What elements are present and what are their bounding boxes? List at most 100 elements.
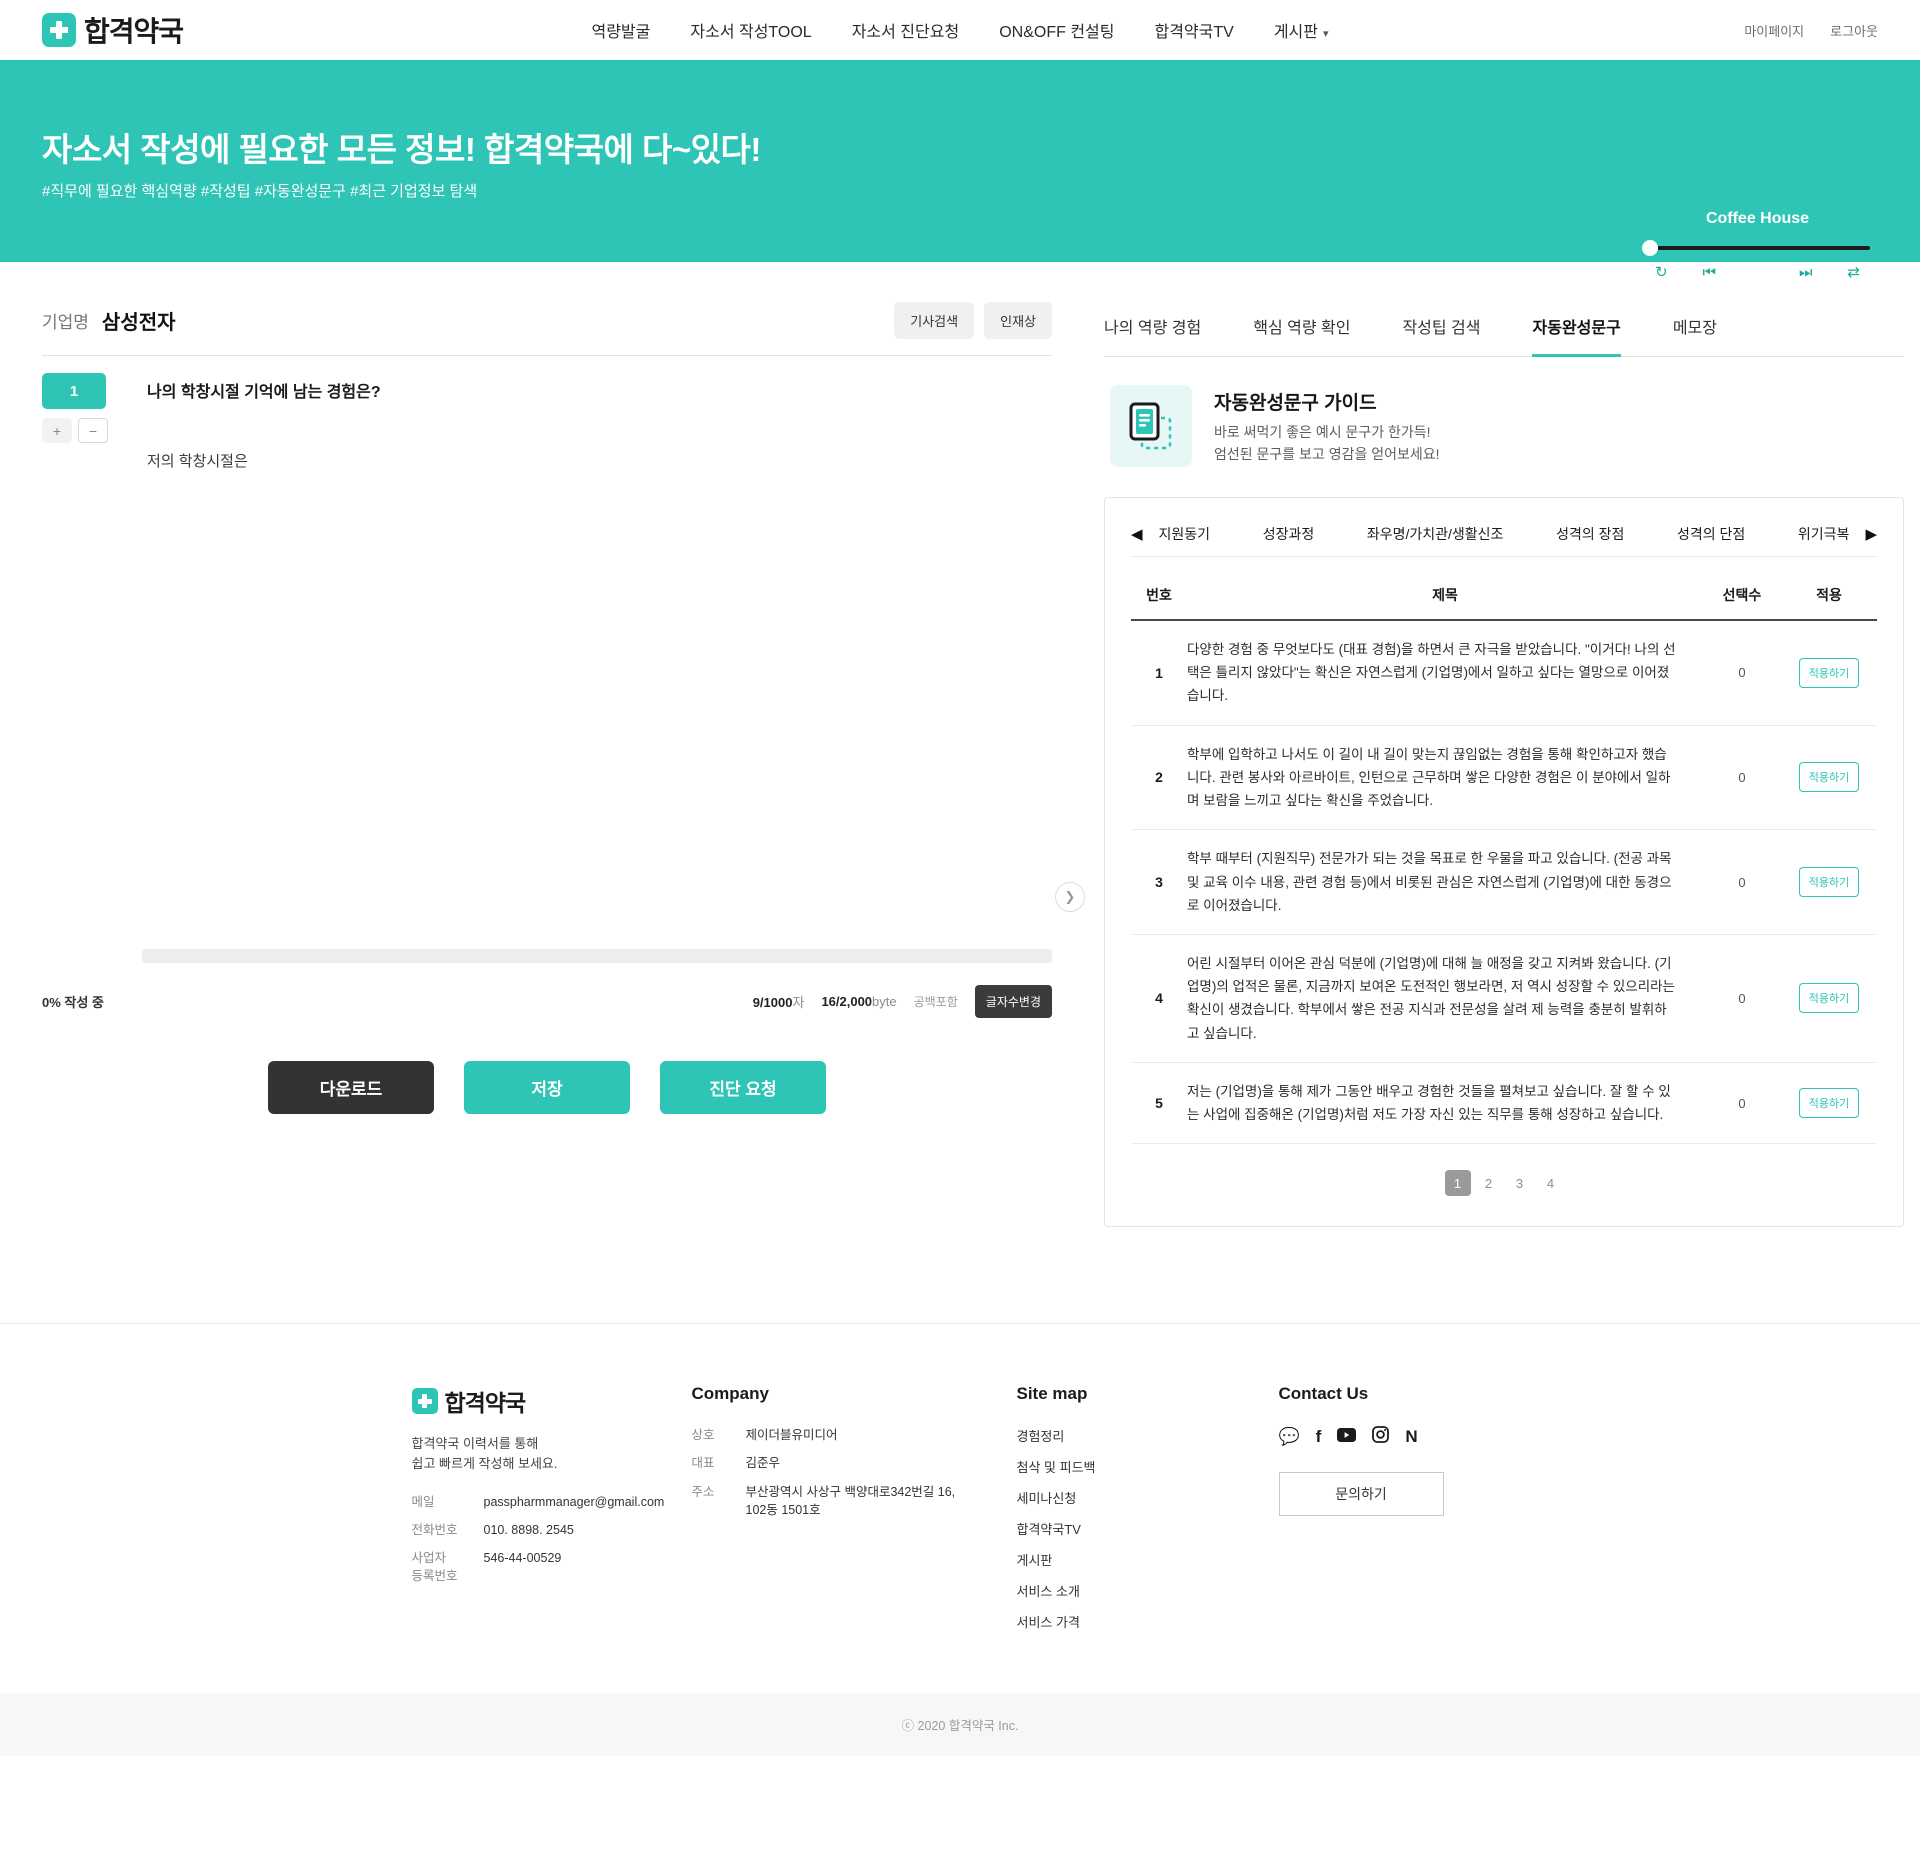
- remove-question-button[interactable]: −: [78, 418, 108, 443]
- footer-tagline: 합격약국 이력서를 통해 쉽고 빠르게 작성해 보세요.: [412, 1434, 692, 1474]
- footer-contact-heading: Contact Us: [1279, 1384, 1509, 1404]
- apply-button[interactable]: 적용하기: [1799, 1088, 1859, 1118]
- footer-email-value: passpharmmanager@gmail.com: [484, 1493, 665, 1511]
- category-nav: ◀ 지원동기 성장과정 좌우명/가치관/생활신조 성격의 장점 성격의 단점 위…: [1131, 524, 1877, 557]
- row-count: 0: [1703, 620, 1781, 725]
- nav-item-board[interactable]: 게시판▾: [1274, 18, 1329, 42]
- category-crisis[interactable]: 위기극복: [1798, 524, 1850, 544]
- company-row: 기업명 삼성전자 기사검색 인재상: [42, 302, 1052, 355]
- page-2[interactable]: 2: [1476, 1170, 1502, 1196]
- row-count: 0: [1703, 1062, 1781, 1143]
- change-char-limit-button[interactable]: 글자수변경: [975, 985, 1052, 1018]
- table-row: 4 어린 시절부터 이어온 관심 덕분에 (기업명)에 대해 늘 애정을 갖고 …: [1131, 934, 1877, 1062]
- row-apply-cell: 적용하기: [1781, 725, 1877, 830]
- pharmacy-cross-icon: [412, 1388, 438, 1414]
- answer-textarea[interactable]: [142, 446, 1052, 926]
- panel-toggle-button[interactable]: ❯: [1055, 882, 1085, 912]
- article-search-button[interactable]: 기사검색: [894, 302, 974, 339]
- category-values[interactable]: 좌우명/가치관/생활신조: [1367, 524, 1504, 544]
- phrases-table: 번호 제목 선택수 적용 1 다양한 경험 중 무엇보다도 (대표 경험)을 하…: [1131, 567, 1877, 1144]
- include-space-label[interactable]: 공백포함: [914, 993, 958, 1010]
- kakao-icon[interactable]: 💬: [1279, 1428, 1300, 1445]
- naver-icon[interactable]: N: [1405, 1428, 1417, 1445]
- nav-item-writing-tool[interactable]: 자소서 작성TOOL: [690, 18, 811, 42]
- footer-biznum-row: 사업자 등록번호 546-44-00529: [412, 1549, 692, 1585]
- essay-editor-pane: 기업명 삼성전자 기사검색 인재상 1 + −: [42, 302, 1052, 1114]
- footer-address-value: 부산광역시 사상구 백양대로342번길 16, 102동 1501호: [746, 1483, 961, 1519]
- nav-item-competency[interactable]: 역량발굴: [591, 18, 650, 42]
- sitemap-link-tv[interactable]: 합격약국TV: [1017, 1519, 1279, 1538]
- footer-biznum-key: 사업자 등록번호: [412, 1549, 484, 1585]
- sitemap-link-service-price[interactable]: 서비스 가격: [1017, 1612, 1279, 1631]
- category-strength[interactable]: 성격의 장점: [1556, 524, 1624, 544]
- category-prev-icon[interactable]: ◀: [1131, 525, 1143, 543]
- sitemap-link-feedback[interactable]: 첨삭 및 피드백: [1017, 1457, 1279, 1476]
- youtube-icon[interactable]: [1337, 1428, 1356, 1445]
- page-3[interactable]: 3: [1507, 1170, 1533, 1196]
- add-question-button[interactable]: +: [42, 418, 72, 443]
- tab-writing-tips[interactable]: 작성팁 검색: [1402, 302, 1480, 357]
- row-no: 1: [1131, 620, 1187, 725]
- save-button[interactable]: 저장: [464, 1061, 630, 1114]
- row-count: 0: [1703, 725, 1781, 830]
- guide-title: 자동완성문구 가이드: [1214, 388, 1440, 415]
- progress-area: [42, 949, 1052, 963]
- footer-company-column: Company 상호 제이더블유미디어 대표 김준우 주소 부산광역시 사상구 …: [692, 1384, 1017, 1643]
- tab-my-competency[interactable]: 나의 역량 경험: [1104, 302, 1201, 357]
- footer-sitemap-heading: Site map: [1017, 1384, 1279, 1404]
- nav-item-tv[interactable]: 합격약국TV: [1154, 18, 1233, 42]
- tab-memo[interactable]: 메모장: [1673, 302, 1717, 357]
- category-motivation[interactable]: 지원동기: [1159, 524, 1211, 544]
- sitemap-link-service-intro[interactable]: 서비스 소개: [1017, 1581, 1279, 1600]
- category-weakness[interactable]: 성격의 단점: [1677, 524, 1745, 544]
- main-content: 기업명 삼성전자 기사검색 인재상 1 + −: [0, 262, 1920, 1227]
- talent-profile-button[interactable]: 인재상: [984, 302, 1052, 339]
- apply-button[interactable]: 적용하기: [1799, 658, 1859, 688]
- logout-link[interactable]: 로그아웃: [1830, 21, 1878, 40]
- copyright-bar: ⓒ 2020 합격약국 Inc.: [0, 1693, 1920, 1756]
- assistant-tabs: 나의 역량 경험 핵심 역량 확인 작성팁 검색 자동완성문구 메모장: [1104, 302, 1904, 357]
- contact-inquiry-button[interactable]: 문의하기: [1279, 1472, 1444, 1516]
- nav-item-diagnosis[interactable]: 자소서 진단요청: [852, 18, 960, 42]
- page-4[interactable]: 4: [1538, 1170, 1564, 1196]
- footer-logo[interactable]: 합격약국: [412, 1384, 692, 1418]
- question-title-input[interactable]: [142, 373, 1052, 441]
- tab-core-competency[interactable]: 핵심 역량 확인: [1253, 302, 1350, 357]
- chevron-right-icon: ❯: [1065, 889, 1076, 905]
- sitemap-link-board[interactable]: 게시판: [1017, 1550, 1279, 1569]
- hero-banner: 자소서 작성에 필요한 모든 정보! 합격약국에 다~있다! #직무에 필요한 …: [0, 60, 1920, 262]
- mypage-link[interactable]: 마이페이지: [1744, 21, 1804, 40]
- byte-count: 16/2,000byte: [821, 994, 896, 1009]
- page-1[interactable]: 1: [1445, 1170, 1471, 1196]
- row-title: 학부에 입학하고 나서도 이 길이 내 길이 맞는지 끊임없는 경험을 통해 확…: [1187, 725, 1703, 830]
- apply-button[interactable]: 적용하기: [1799, 867, 1859, 897]
- category-growth[interactable]: 성장과정: [1263, 524, 1315, 544]
- player-progress-knob[interactable]: [1642, 240, 1658, 256]
- facebook-icon[interactable]: f: [1316, 1428, 1322, 1445]
- player-progress-slider[interactable]: [1645, 246, 1870, 250]
- nav-item-board-label: 게시판: [1274, 24, 1318, 41]
- nav-item-consulting[interactable]: ON&OFF 컨설팅: [999, 18, 1114, 42]
- account-links: 마이페이지 로그아웃: [1744, 21, 1878, 40]
- diagnose-request-button[interactable]: 진단 요청: [660, 1061, 826, 1114]
- pagination: 1 2 3 4: [1131, 1170, 1877, 1196]
- document-outline-icon: [1110, 385, 1192, 467]
- sitemap-link-seminar[interactable]: 세미나신청: [1017, 1488, 1279, 1507]
- row-apply-cell: 적용하기: [1781, 1062, 1877, 1143]
- instagram-icon[interactable]: [1372, 1426, 1389, 1446]
- sitemap-link-experience[interactable]: 경험정리: [1017, 1426, 1279, 1445]
- footer-company-name-key: 상호: [692, 1426, 746, 1444]
- company-actions: 기사검색 인재상: [894, 302, 1052, 339]
- site-logo[interactable]: 합격약국: [42, 10, 183, 50]
- footer-biznum-value: 546-44-00529: [484, 1549, 562, 1585]
- footer-ceo-value: 김준우: [746, 1454, 781, 1472]
- footer-phone-value: 010. 8898. 2545: [484, 1521, 574, 1539]
- footer-company-name-value: 제이더블유미디어: [746, 1426, 838, 1444]
- footer-ceo-row: 대표 김준우: [692, 1454, 1017, 1472]
- apply-button[interactable]: 적용하기: [1799, 762, 1859, 792]
- apply-button[interactable]: 적용하기: [1799, 983, 1859, 1013]
- top-navigation: 합격약국 역량발굴 자소서 작성TOOL 자소서 진단요청 ON&OFF 컨설팅…: [0, 0, 1920, 60]
- tab-autocomplete-phrases[interactable]: 자동완성문구: [1532, 302, 1620, 357]
- category-next-icon[interactable]: ▶: [1865, 525, 1877, 543]
- download-button[interactable]: 다운로드: [268, 1061, 434, 1114]
